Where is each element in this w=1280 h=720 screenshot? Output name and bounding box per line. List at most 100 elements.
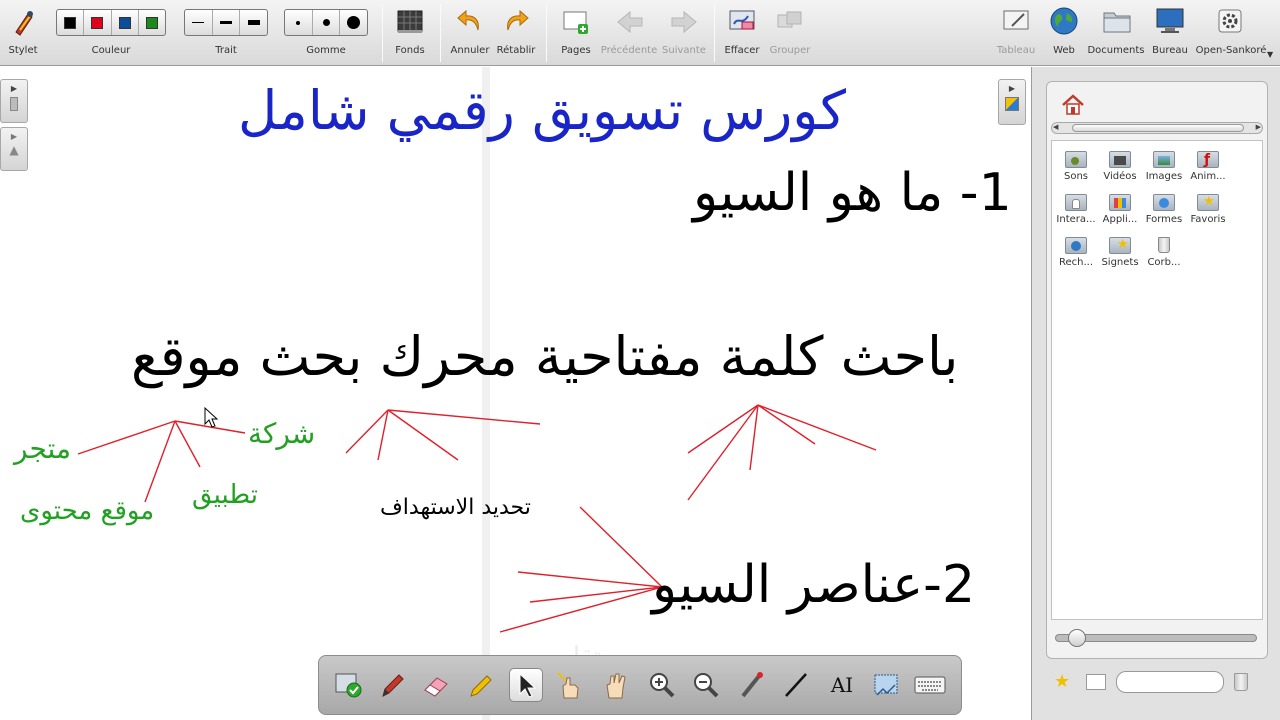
eraser-medium-button[interactable] (313, 10, 341, 35)
right-library-tab[interactable]: ▶ (998, 79, 1026, 125)
left-tools-tab[interactable]: ▶ ▲ (0, 127, 28, 171)
text-tool-button[interactable]: AI (825, 668, 859, 702)
background-button[interactable]: Fonds (388, 0, 432, 66)
library-item-images[interactable]: Images (1144, 149, 1184, 182)
laser-pointer-tool-button[interactable] (735, 668, 769, 702)
keyboard-tool-button[interactable] (913, 668, 947, 702)
search-globe-icon (1071, 241, 1081, 251)
pen-tool-button[interactable] (375, 668, 409, 702)
color-black-button[interactable] (57, 10, 85, 35)
presentation-tool-button[interactable] (331, 668, 365, 702)
scrollbar-thumb[interactable] (1072, 124, 1244, 132)
color-blue-button[interactable] (112, 10, 139, 35)
documents-label: Documents (1087, 45, 1145, 56)
library-item-sounds[interactable]: Sons (1056, 149, 1096, 182)
undo-label: Annuler (450, 45, 490, 56)
library-item-applications[interactable]: Appli... (1100, 192, 1140, 225)
library-item-bookmarks[interactable]: ★ Signets (1100, 235, 1140, 268)
globe-icon (1050, 7, 1078, 35)
expand-arrow-icon: ▶ (10, 132, 18, 141)
highlighter-tool-button[interactable] (463, 668, 497, 702)
site-type-content[interactable]: موقع محتوى (20, 496, 154, 526)
board-mode-button[interactable]: Tableau (994, 0, 1038, 66)
arrow-left-icon (617, 10, 643, 34)
seo-keyword-line[interactable]: باحث كلمة مفتاحية محرك بحث موقع (131, 325, 958, 388)
eraser-small-button[interactable] (285, 10, 313, 35)
library-item-label: Anim... (1190, 171, 1226, 182)
stylus-tool-palette: AI (318, 655, 962, 715)
breadcrumb-scrollbar[interactable]: ◀ ▶ (1051, 122, 1263, 134)
previous-label: Précédente (600, 45, 658, 56)
site-type-app[interactable]: تطبيق (192, 480, 258, 510)
delete-trash-icon[interactable] (1234, 673, 1248, 691)
group-button[interactable]: Grouper (768, 0, 812, 66)
add-page-button[interactable]: Pages (554, 0, 598, 66)
zoom-in-tool-button[interactable] (645, 668, 679, 702)
stroke-thick-button[interactable] (240, 10, 267, 35)
left-pages-tab[interactable]: ▶ (0, 79, 28, 123)
library-container: ◀ ▶ Sons Vidéos Images ƒ Anim... Intera.… (1046, 81, 1268, 659)
next-label: Suivante (662, 45, 706, 56)
interact-tool-button[interactable] (553, 668, 587, 702)
desktop-mode-button[interactable]: Bureau (1148, 0, 1192, 66)
toolbar-separator (546, 4, 547, 62)
web-mode-button[interactable]: Web (1042, 0, 1086, 66)
lesson-title[interactable]: كورس تسويق رقمي شامل (238, 79, 846, 142)
library-item-search[interactable]: Rech... (1056, 235, 1096, 268)
library-item-trash[interactable]: Corb... (1144, 235, 1184, 268)
library-item-label: Favoris (1190, 214, 1226, 225)
library-item-shapes[interactable]: Formes (1144, 192, 1184, 225)
clear-board-icon (729, 10, 755, 30)
library-item-label: Vidéos (1103, 171, 1137, 182)
home-icon[interactable] (1061, 94, 1085, 116)
background-label: Fonds (395, 45, 425, 56)
clear-page-button[interactable]: Effacer (720, 0, 764, 66)
bookmark-star-icon: ★ (1117, 237, 1129, 252)
eraser-tool-button[interactable] (419, 668, 453, 702)
heading-what-is-seo[interactable]: 1- ما هو السيو (693, 163, 1012, 223)
redo-label: Rétablir (496, 45, 536, 56)
line-tool-button[interactable] (779, 668, 813, 702)
library-item-interactive[interactable]: Intera... (1056, 192, 1096, 225)
heading-seo-elements[interactable]: 2-عناصر السيو (652, 555, 975, 615)
stroke-group: Trait (184, 0, 268, 66)
zoom-out-tool-button[interactable] (689, 668, 723, 702)
documents-mode-button[interactable]: Documents (1087, 0, 1145, 66)
capture-tool-button[interactable] (869, 668, 903, 702)
chevron-down-icon[interactable]: ▼ (1267, 50, 1273, 59)
stroke-medium-button[interactable] (213, 10, 241, 35)
open-sankore-menu-button[interactable]: Open-Sankoré (1196, 0, 1266, 66)
background-grid-icon (397, 10, 423, 33)
slider-handle[interactable] (1068, 629, 1086, 647)
targeting-label[interactable]: تحديد الاستهداف (380, 495, 531, 520)
library-search-input[interactable] (1116, 671, 1224, 693)
hand-tool-button[interactable] (599, 668, 633, 702)
site-type-company[interactable]: شركة (248, 417, 315, 450)
scroll-right-icon[interactable]: ▶ (1256, 123, 1261, 131)
selector-tool-button[interactable] (509, 668, 543, 702)
eraser-size-selector (284, 9, 368, 36)
redo-button[interactable]: Rétablir (494, 0, 538, 66)
text-icon: AI (830, 673, 854, 697)
new-folder-icon[interactable] (1086, 674, 1106, 690)
next-page-button[interactable]: Suivante (660, 0, 708, 66)
undo-button[interactable]: Annuler (448, 0, 492, 66)
color-red-button[interactable] (84, 10, 112, 35)
library-item-videos[interactable]: Vidéos (1100, 149, 1140, 182)
whiteboard-canvas[interactable]: مستقل ▶ ▶ ▲ ▶ كورس تسويق رقمي شامل 1- ما… (0, 67, 1030, 720)
color-green-button[interactable] (139, 10, 165, 35)
stylet-button[interactable]: Stylet (0, 0, 46, 66)
pointer-icon (519, 672, 537, 698)
eraser-large-button[interactable] (340, 10, 367, 35)
scroll-left-icon[interactable]: ◀ (1053, 123, 1058, 131)
capture-icon (874, 674, 898, 696)
library-item-animations[interactable]: ƒ Anim... (1188, 149, 1228, 182)
stroke-thin-button[interactable] (185, 10, 213, 35)
thumbnail-size-slider[interactable] (1055, 629, 1257, 647)
library-item-favorites[interactable]: ★ Favoris (1188, 192, 1228, 225)
previous-page-button[interactable]: Précédente (600, 0, 658, 66)
site-type-store[interactable]: متجر (14, 432, 71, 465)
laser-hand-icon (557, 672, 579, 699)
folder-icon (1103, 12, 1131, 33)
add-favorite-star-icon[interactable]: ★ (1054, 672, 1070, 692)
